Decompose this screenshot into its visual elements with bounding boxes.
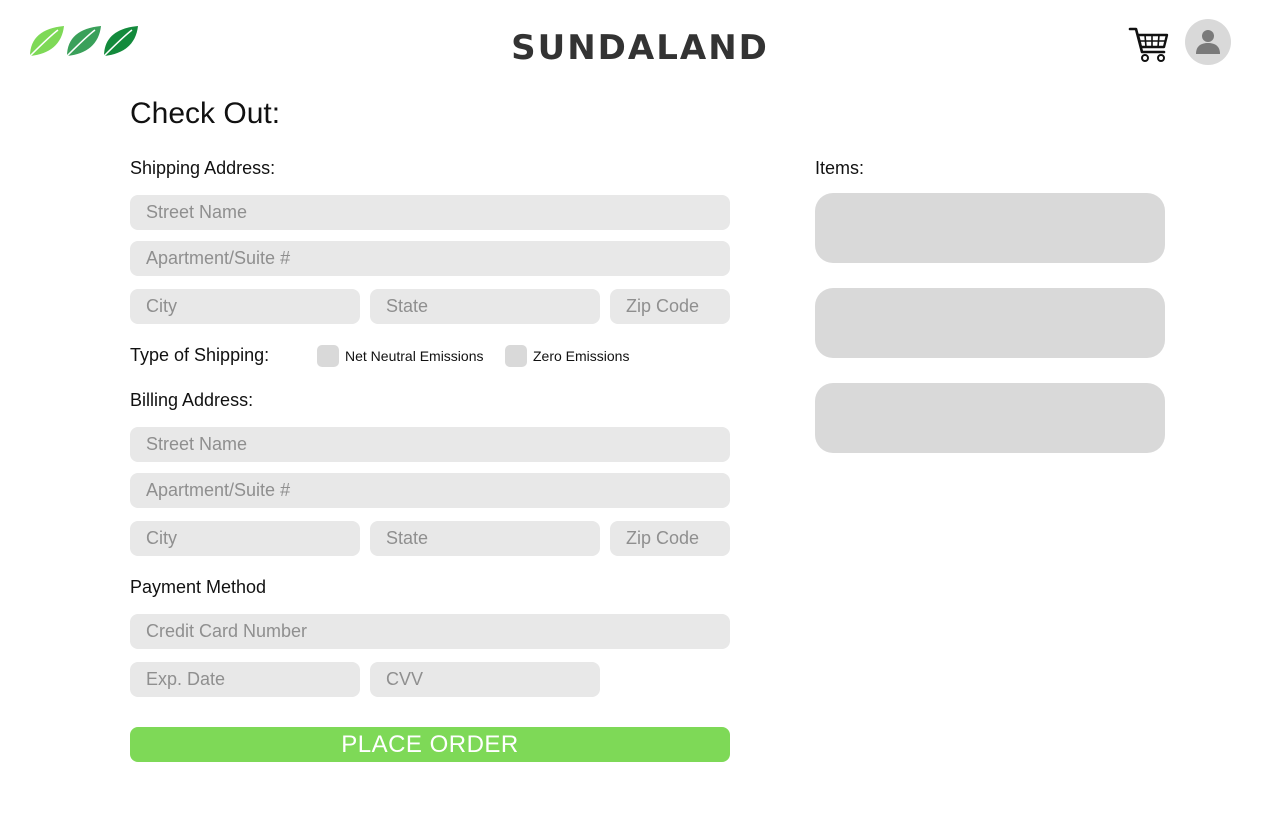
shopping-cart-icon — [1128, 27, 1169, 62]
shipping-street-input[interactable] — [130, 195, 730, 230]
shipping-city-input[interactable] — [130, 289, 360, 324]
cart-button[interactable] — [1128, 24, 1170, 64]
item-card[interactable] — [815, 193, 1165, 263]
shipping-zip-input[interactable] — [610, 289, 730, 324]
billing-apartment-input[interactable] — [130, 473, 730, 508]
item-card[interactable] — [815, 288, 1165, 358]
place-order-button[interactable]: PLACE ORDER — [130, 727, 730, 762]
shipping-address-label: Shipping Address: — [130, 158, 276, 178]
zero-emissions-label[interactable]: Zero Emissions — [533, 348, 629, 364]
zero-emissions-checkbox[interactable] — [505, 345, 527, 367]
billing-city-input[interactable] — [130, 521, 360, 556]
credit-card-number-input[interactable] — [130, 614, 730, 649]
net-neutral-emissions-label[interactable]: Net Neutral Emissions — [345, 348, 484, 364]
shipping-apartment-input[interactable] — [130, 241, 730, 276]
cvv-input[interactable] — [370, 662, 600, 697]
billing-address-label: Billing Address: — [130, 390, 254, 410]
item-card[interactable] — [815, 383, 1165, 453]
net-neutral-emissions-checkbox[interactable] — [317, 345, 339, 367]
user-icon — [1196, 30, 1220, 54]
shipping-state-input[interactable] — [370, 289, 600, 324]
payment-method-label: Payment Method — [130, 577, 267, 597]
user-avatar-button[interactable] — [1185, 19, 1231, 65]
expiration-date-input[interactable] — [130, 662, 360, 697]
brand-title: SUNDALAND — [511, 28, 769, 68]
billing-street-input[interactable] — [130, 427, 730, 462]
page-title: Check Out: — [130, 97, 281, 130]
billing-state-input[interactable] — [370, 521, 600, 556]
billing-zip-input[interactable] — [610, 521, 730, 556]
items-label: Items: — [815, 158, 865, 178]
shipping-type-label: Type of Shipping: — [130, 345, 270, 365]
